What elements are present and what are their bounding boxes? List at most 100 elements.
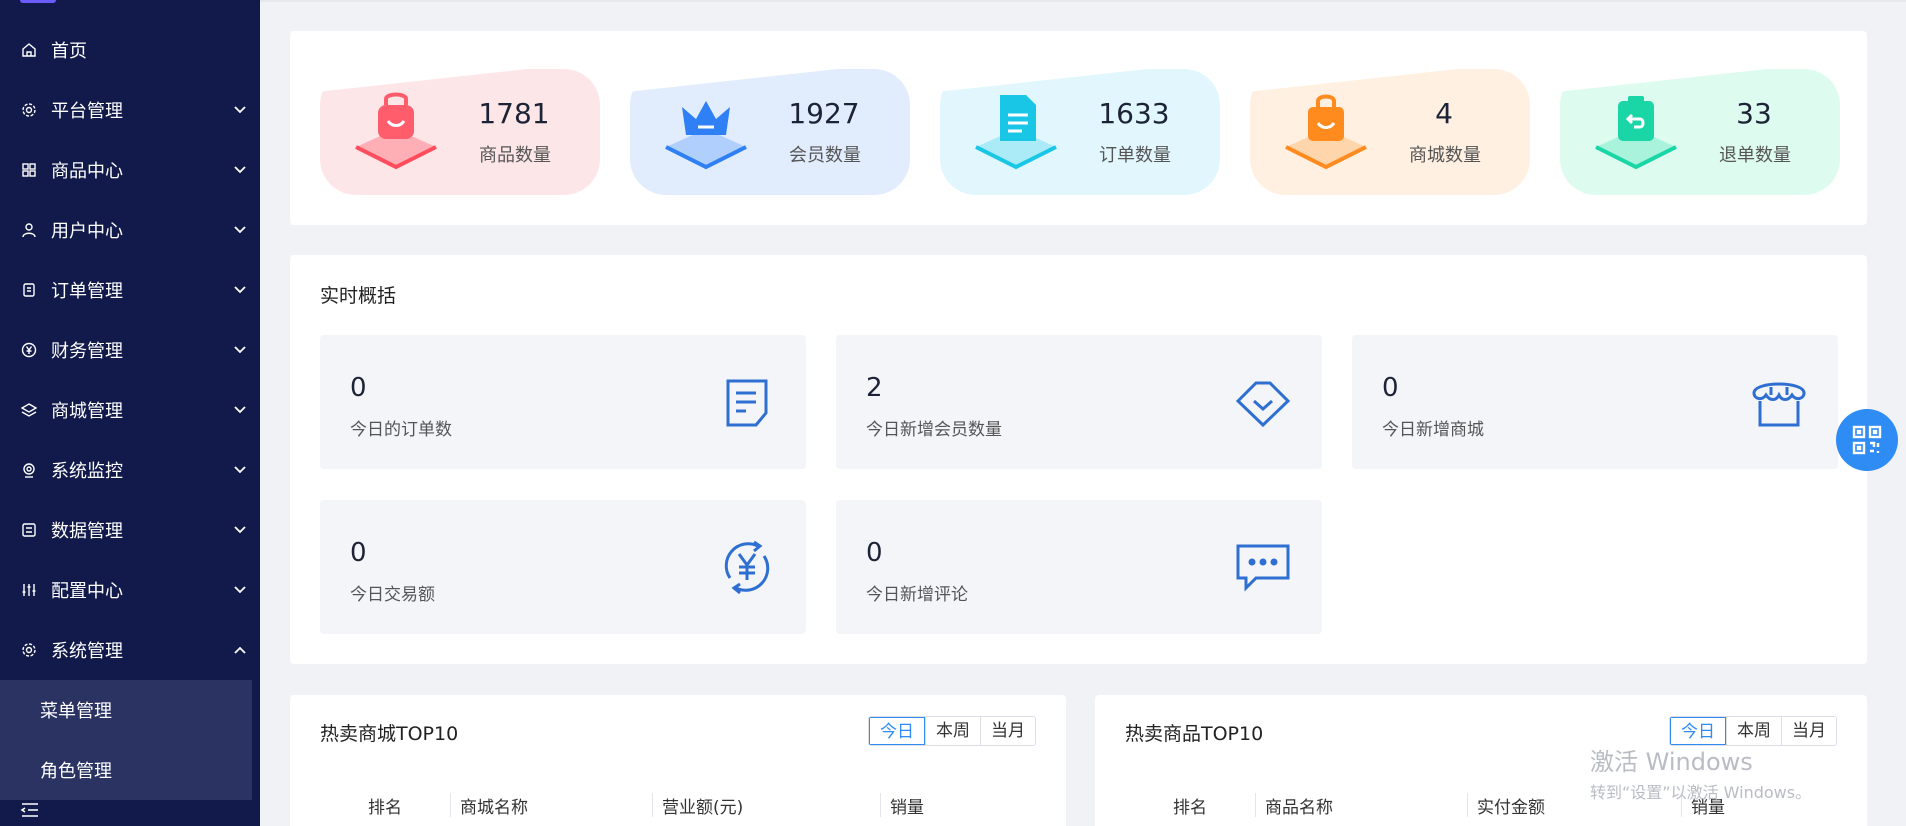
realtime-item-comments[interactable]: 0 今日新增评论 bbox=[836, 500, 1322, 634]
sidebar-item-label: 财务管理 bbox=[51, 341, 123, 362]
sidebar-menu: 首页 平台管理 商品中心 用户中心 订单管理 财务管理 商城管理 系统监控 数据… bbox=[0, 20, 260, 800]
sidebar-item-label: 用户中心 bbox=[51, 221, 123, 242]
sidebar-item-products[interactable]: 商品中心 bbox=[0, 140, 260, 200]
tab-month[interactable]: 当月 bbox=[980, 717, 1035, 745]
sidebar-item-data[interactable]: 数据管理 bbox=[0, 500, 260, 560]
sliders-icon bbox=[21, 582, 37, 598]
realtime-item-turnover[interactable]: 0 今日交易额 bbox=[320, 500, 806, 634]
section-title: 实时概括 bbox=[320, 285, 397, 307]
stat-label: 商城数量 bbox=[1409, 145, 1481, 166]
realtime-item-members[interactable]: 2 今日新增会员数量 bbox=[836, 335, 1322, 469]
sidebar-item-config[interactable]: 配置中心 bbox=[0, 560, 260, 620]
realtime-value: 0 bbox=[866, 538, 883, 568]
user-icon bbox=[21, 222, 37, 238]
chevron-down-icon bbox=[220, 466, 260, 474]
realtime-item-orders[interactable]: 0 今日的订单数 bbox=[320, 335, 806, 469]
main-content: 1781 商品数量 1927 会员数量 1633 订单数量 4 商城数量 33 … bbox=[260, 0, 1906, 826]
tab-today[interactable]: 今日 bbox=[869, 717, 925, 745]
data-icon bbox=[21, 522, 37, 538]
sidebar-item-home[interactable]: 首页 bbox=[0, 20, 260, 80]
crown-icon bbox=[658, 85, 754, 181]
sidebar-item-finance[interactable]: 财务管理 bbox=[0, 320, 260, 380]
stat-label: 退单数量 bbox=[1719, 145, 1791, 166]
sidebar-item-mall[interactable]: 商城管理 bbox=[0, 380, 260, 440]
chevron-down-icon bbox=[220, 406, 260, 414]
realtime-value: 0 bbox=[350, 538, 367, 568]
chevron-up-icon bbox=[220, 646, 260, 654]
collapse-menu-icon[interactable] bbox=[20, 800, 40, 820]
windows-watermark: 激活 Windows 转到“设置”以激活 Windows。 bbox=[1590, 742, 1811, 803]
stats-card: 1781 商品数量 1927 会员数量 1633 订单数量 4 商城数量 33 … bbox=[290, 31, 1867, 225]
column-header: 排名 bbox=[368, 797, 402, 818]
order-icon bbox=[21, 282, 37, 298]
submenu-item-role[interactable]: 角色管理 bbox=[0, 740, 252, 800]
shopping-bag-icon bbox=[1278, 85, 1374, 181]
gear-icon bbox=[21, 102, 37, 118]
tab-month[interactable]: 当月 bbox=[1781, 717, 1836, 745]
stat-value: 4 bbox=[1435, 97, 1453, 130]
sidebar-item-label: 平台管理 bbox=[51, 101, 123, 122]
hot-stores-card: 热卖商城TOP10 今日 本周 当月 排名 商城名称 营业额(元) 销量 bbox=[290, 695, 1066, 826]
column-header: 销量 bbox=[880, 785, 1030, 825]
stat-products[interactable]: 1781 商品数量 bbox=[320, 69, 600, 195]
sidebar: 首页 平台管理 商品中心 用户中心 订单管理 财务管理 商城管理 系统监控 数据… bbox=[0, 0, 260, 826]
basket-icon bbox=[348, 85, 444, 181]
realtime-card: 实时概括 0 今日的订单数 2 今日新增会员数量 0 今日新增商城 0 今日交易… bbox=[290, 255, 1867, 664]
chevron-down-icon bbox=[220, 286, 260, 294]
order-doc-icon bbox=[718, 373, 776, 431]
stat-malls[interactable]: 4 商城数量 bbox=[1250, 69, 1530, 195]
sidebar-item-label: 首页 bbox=[51, 41, 87, 62]
stat-value: 1927 bbox=[788, 97, 860, 130]
qr-code-icon bbox=[1852, 425, 1882, 455]
column-header: 营业额(元) bbox=[652, 785, 880, 825]
home-icon bbox=[21, 42, 37, 58]
chevron-down-icon bbox=[220, 586, 260, 594]
chevron-down-icon bbox=[220, 106, 260, 114]
watermark-line: 激活 Windows bbox=[1590, 748, 1753, 776]
tab-week[interactable]: 本周 bbox=[925, 717, 980, 745]
realtime-label: 今日新增会员数量 bbox=[866, 420, 1002, 440]
logo bbox=[20, 0, 56, 3]
section-title: 热卖商品TOP10 bbox=[1125, 723, 1264, 745]
sidebar-item-label: 商城管理 bbox=[51, 401, 123, 422]
chevron-down-icon bbox=[220, 346, 260, 354]
sidebar-item-system[interactable]: 系统管理 bbox=[0, 620, 260, 680]
realtime-label: 今日的订单数 bbox=[350, 420, 452, 440]
refund-icon bbox=[1588, 85, 1684, 181]
document-icon bbox=[968, 85, 1064, 181]
watermark-line: 转到“设置”以激活 Windows。 bbox=[1590, 783, 1812, 802]
stat-value: 1781 bbox=[478, 97, 550, 130]
tab-today[interactable]: 今日 bbox=[1670, 717, 1726, 745]
realtime-item-malls[interactable]: 0 今日新增商城 bbox=[1352, 335, 1838, 469]
stat-members[interactable]: 1927 会员数量 bbox=[630, 69, 910, 195]
sidebar-item-monitor[interactable]: 系统监控 bbox=[0, 440, 260, 500]
divider bbox=[260, 0, 1906, 2]
stat-value: 1633 bbox=[1098, 97, 1170, 130]
sidebar-item-orders[interactable]: 订单管理 bbox=[0, 260, 260, 320]
tab-week[interactable]: 本周 bbox=[1726, 717, 1781, 745]
sidebar-item-users[interactable]: 用户中心 bbox=[0, 200, 260, 260]
section-title: 热卖商城TOP10 bbox=[320, 723, 459, 745]
layers-icon bbox=[21, 402, 37, 418]
column-header: 商城名称 bbox=[450, 785, 652, 825]
realtime-label: 今日新增商城 bbox=[1382, 420, 1484, 440]
realtime-value: 2 bbox=[866, 373, 883, 403]
sidebar-item-platform[interactable]: 平台管理 bbox=[0, 80, 260, 140]
monitor-icon bbox=[21, 462, 37, 478]
realtime-value: 0 bbox=[350, 373, 367, 403]
chat-icon bbox=[1234, 538, 1292, 596]
sidebar-item-label: 系统监控 bbox=[51, 461, 123, 482]
qr-code-button[interactable] bbox=[1836, 409, 1898, 471]
realtime-value: 0 bbox=[1382, 373, 1399, 403]
stat-orders[interactable]: 1633 订单数量 bbox=[940, 69, 1220, 195]
stat-refunds[interactable]: 33 退单数量 bbox=[1560, 69, 1840, 195]
realtime-label: 今日新增评论 bbox=[866, 585, 968, 605]
submenu-item-menu[interactable]: 菜单管理 bbox=[0, 680, 252, 740]
stat-label: 订单数量 bbox=[1099, 145, 1171, 166]
diamond-icon bbox=[1234, 373, 1292, 431]
chevron-down-icon bbox=[220, 166, 260, 174]
yen-cycle-icon bbox=[718, 538, 776, 596]
sidebar-item-label: 商品中心 bbox=[51, 161, 123, 182]
stat-label: 会员数量 bbox=[789, 145, 861, 166]
sidebar-item-label: 订单管理 bbox=[51, 281, 123, 302]
